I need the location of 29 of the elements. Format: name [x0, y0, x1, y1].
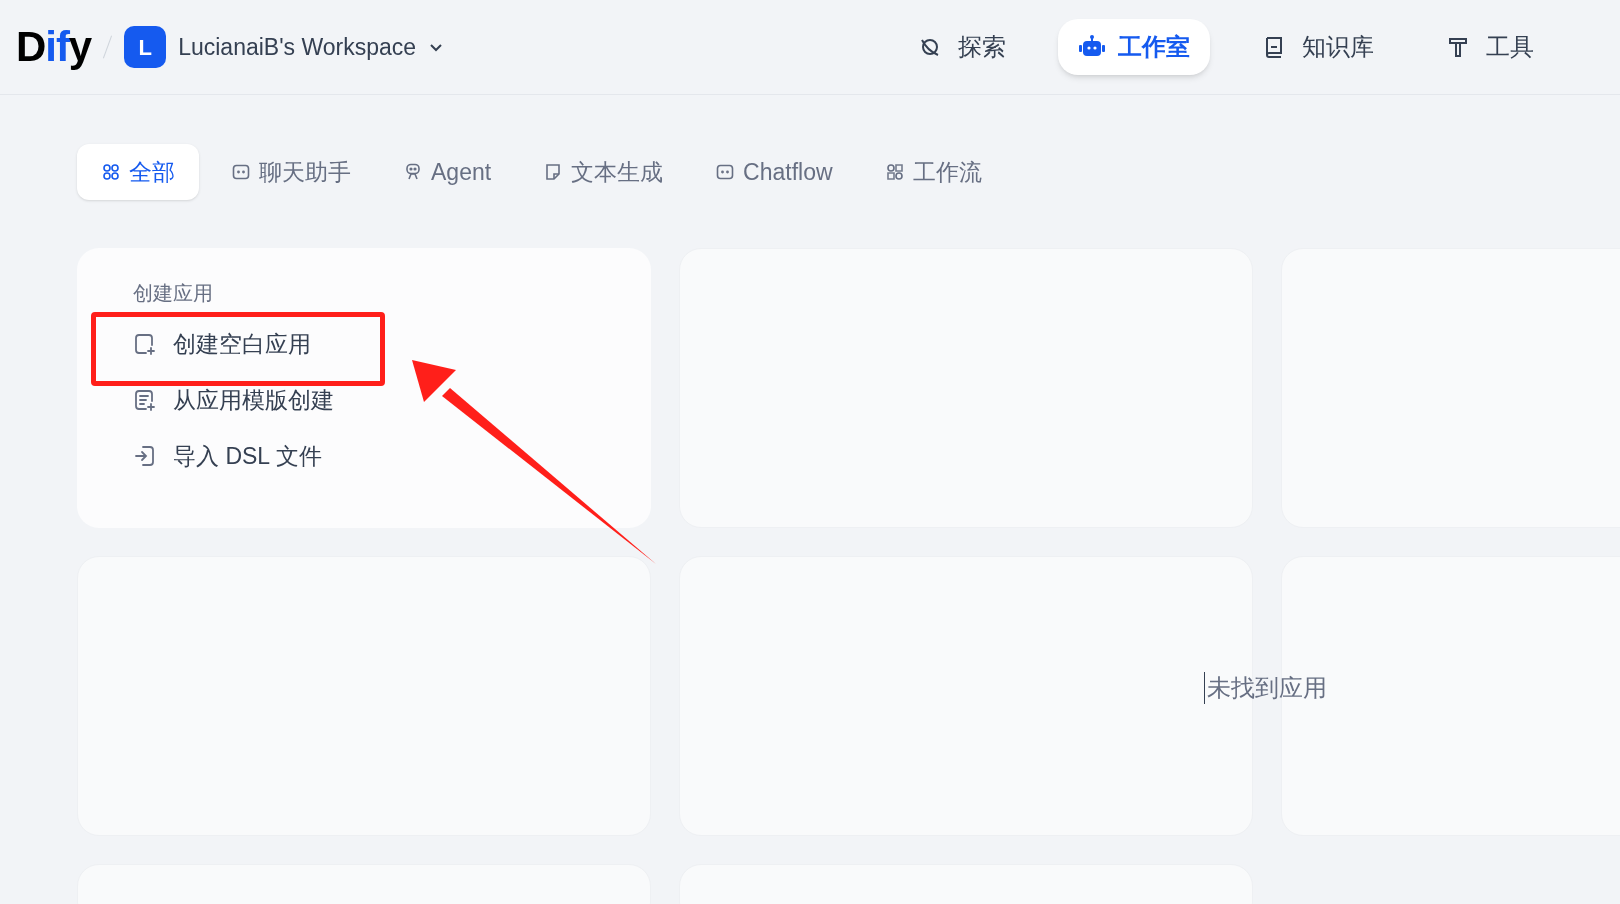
card-title: 创建应用 — [133, 281, 214, 306]
nav-tab[interactable]: 工具 — [1426, 19, 1554, 75]
create-option[interactable]: 创建空白应用 — [133, 316, 311, 372]
filter-tab[interactable]: 全部 — [77, 144, 199, 200]
logo[interactable]: Dify — [16, 26, 92, 68]
hammer-icon — [1446, 35, 1470, 59]
document-plus-icon — [133, 388, 157, 412]
create-option[interactable]: 从应用模版创建 — [133, 372, 334, 428]
grid-icon — [101, 162, 121, 182]
filter-tab[interactable]: 聊天助手 — [211, 144, 371, 200]
nav-tab[interactable]: 探索 — [898, 19, 1026, 75]
filter-tab[interactable]: Chatflow — [695, 144, 853, 200]
chat-icon — [715, 162, 736, 182]
workspace-name: LucianaiB's Workspace — [178, 32, 417, 62]
create-option[interactable]: 导入 DSL 文件 — [133, 428, 322, 484]
robot-icon — [1078, 35, 1106, 59]
filter-tab[interactable]: 文本生成 — [523, 144, 684, 200]
workflow-icon — [884, 162, 905, 182]
robot-icon — [403, 162, 423, 182]
import-icon — [133, 444, 157, 468]
filter-tab[interactable]: 工作流 — [864, 144, 1002, 200]
chat-icon — [231, 162, 251, 182]
workspace-avatar: L — [124, 26, 167, 68]
nav-tab[interactable]: 工作室 — [1058, 19, 1210, 75]
file-plus-icon — [133, 332, 157, 356]
empty-state-message: 未找到应用 — [1207, 673, 1327, 703]
nav-tab[interactable]: 知识库 — [1242, 19, 1394, 75]
workspace-selector[interactable]: L LucianaiB's Workspace — [124, 26, 445, 68]
filter-tab[interactable]: Agent — [383, 144, 512, 200]
